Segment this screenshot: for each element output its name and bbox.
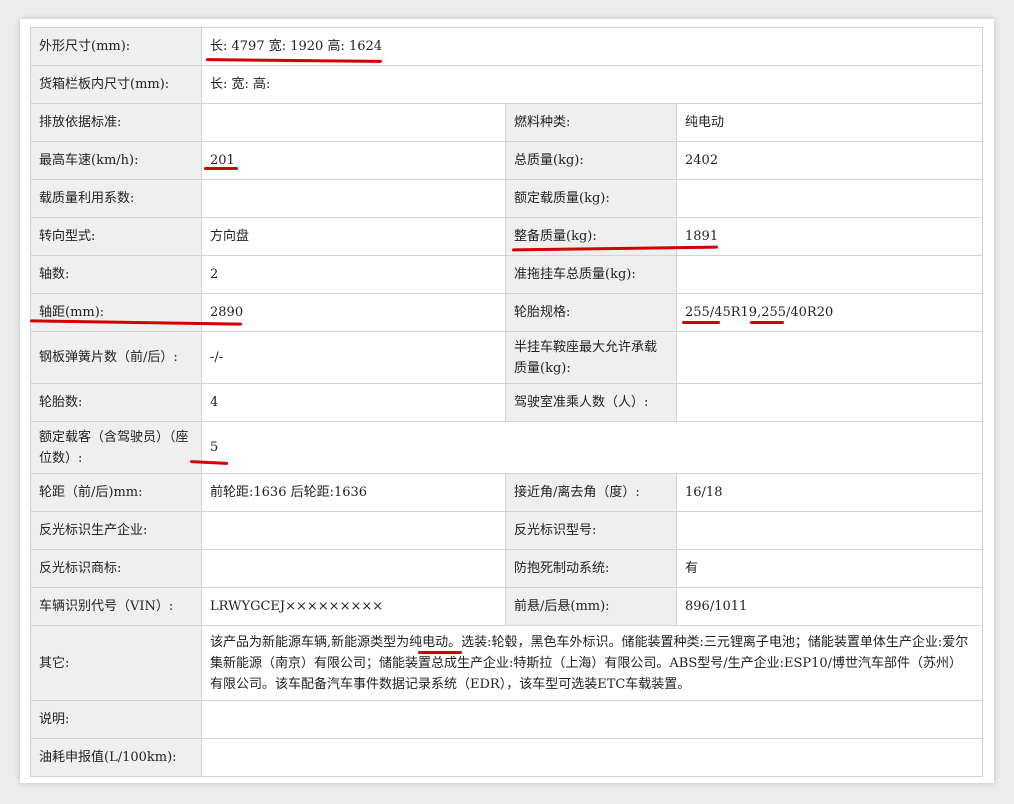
- tire-spec-label: 轮胎规格:: [505, 293, 677, 332]
- approach-departure-label: 接近角/离去角（度）:: [505, 473, 677, 512]
- emission-standard-label: 排放依据标准:: [30, 103, 202, 142]
- axle-count-value: 2: [201, 255, 506, 294]
- fuel-consumption-label: 油耗申报值(L/100km):: [30, 738, 202, 777]
- table-row: 反光标识商标: 防抱死制动系统: 有: [30, 549, 984, 588]
- cargo-box-value: 长: 宽: 高:: [200, 65, 984, 104]
- saddle-load-label: 半挂车鞍座最大允许承载质量(kg):: [505, 331, 677, 384]
- abs-label: 防抱死制动系统:: [505, 549, 677, 588]
- max-speed-label: 最高车速(km/h):: [30, 141, 202, 180]
- table-row: 说明:: [30, 700, 984, 739]
- table-row: 载质量利用系数: 额定载质量(kg):: [30, 179, 984, 218]
- leaf-spring-value: -/-: [201, 331, 506, 384]
- fuel-consumption-value: [200, 738, 984, 777]
- rated-passengers-label: 额定载客（含驾驶员）（座位数）:: [30, 421, 202, 474]
- abs-value: 有: [675, 549, 984, 588]
- vin-label: 车辆识别代号（VIN）:: [30, 587, 202, 626]
- reflector-maker-value: [201, 511, 506, 550]
- notes-value: [200, 700, 984, 739]
- steering-type-label: 转向型式:: [30, 217, 202, 256]
- table-row: 货箱栏板内尺寸(mm): 长: 宽: 高:: [30, 65, 984, 104]
- table-row: 轴距(mm): 2890 轮胎规格: 255/45R19,255/40R20: [30, 293, 984, 332]
- wheelbase-value: 2890: [201, 293, 506, 332]
- rated-load-value: [675, 179, 984, 218]
- cab-occupancy-value: [675, 383, 984, 422]
- notes-label: 说明:: [30, 700, 202, 739]
- overhang-value: 896/1011: [675, 587, 984, 626]
- table-row: 轮胎数: 4 驾驶室准乘人数（人）:: [30, 383, 984, 422]
- load-utilization-label: 载质量利用系数:: [30, 179, 202, 218]
- reflector-model-value: [675, 511, 984, 550]
- reflector-brand-value: [201, 549, 506, 588]
- trailer-mass-value: [675, 255, 984, 294]
- table-row: 转向型式: 方向盘 整备质量(kg): 1891: [30, 217, 984, 256]
- rated-load-label: 额定载质量(kg):: [505, 179, 677, 218]
- curb-weight-value: 1891: [675, 217, 984, 256]
- leaf-spring-label: 钢板弹簧片数（前/后）:: [30, 331, 202, 384]
- table-row: 外形尺寸(mm): 长: 4797 宽: 1920 高: 1624: [30, 27, 984, 66]
- table-row: 其它: 该产品为新能源车辆,新能源类型为纯电动。选装:轮毂，黑色车外标识。储能装…: [30, 625, 984, 701]
- table-row: 额定载客（含驾驶员）（座位数）: 5: [30, 421, 984, 474]
- axle-count-label: 轴数:: [30, 255, 202, 294]
- fuel-type-label: 燃料种类:: [505, 103, 677, 142]
- load-utilization-value: [201, 179, 506, 218]
- approach-departure-value: 16/18: [675, 473, 984, 512]
- fuel-type-value: 纯电动: [675, 103, 984, 142]
- total-mass-label: 总质量(kg):: [505, 141, 677, 180]
- tire-spec-value: 255/45R19,255/40R20: [675, 293, 984, 332]
- track-width-label: 轮距（前/后)mm:: [30, 473, 202, 512]
- other-label: 其它:: [30, 625, 202, 701]
- table-row: 轴数: 2 准拖挂车总质量(kg):: [30, 255, 984, 294]
- table-row: 最高车速(km/h): 201 总质量(kg): 2402: [30, 141, 984, 180]
- total-mass-value: 2402: [675, 141, 984, 180]
- table-row: 钢板弹簧片数（前/后）: -/- 半挂车鞍座最大允许承载质量(kg):: [30, 331, 984, 384]
- tire-count-value: 4: [201, 383, 506, 422]
- other-value: 该产品为新能源车辆,新能源类型为纯电动。选装:轮毂，黑色车外标识。储能装置种类:…: [200, 625, 984, 701]
- vin-value: LRWYGCEJ×××××××××: [201, 587, 506, 626]
- dimensions-label: 外形尺寸(mm):: [30, 27, 202, 66]
- cab-occupancy-label: 驾驶室准乘人数（人）:: [505, 383, 677, 422]
- cargo-box-label: 货箱栏板内尺寸(mm):: [30, 65, 202, 104]
- annotation-underline: [418, 651, 462, 654]
- annotation-underline: [682, 321, 720, 324]
- table-row: 反光标识生产企业: 反光标识型号:: [30, 511, 984, 550]
- overhang-label: 前悬/后悬(mm):: [505, 587, 677, 626]
- reflector-model-label: 反光标识型号:: [505, 511, 677, 550]
- table-row: 车辆识别代号（VIN）: LRWYGCEJ××××××××× 前悬/后悬(mm)…: [30, 587, 984, 626]
- reflector-maker-label: 反光标识生产企业:: [30, 511, 202, 550]
- wheelbase-label: 轴距(mm):: [30, 293, 202, 332]
- annotation-underline: [750, 321, 784, 324]
- table-row: 油耗申报值(L/100km):: [30, 738, 984, 777]
- vehicle-spec-table: 外形尺寸(mm): 长: 4797 宽: 1920 高: 1624 货箱栏板内尺…: [30, 27, 984, 777]
- table-row: 轮距（前/后)mm: 前轮距:1636 后轮距:1636 接近角/离去角（度）:…: [30, 473, 984, 512]
- trailer-mass-label: 准拖挂车总质量(kg):: [505, 255, 677, 294]
- emission-standard-value: [201, 103, 506, 142]
- steering-type-value: 方向盘: [201, 217, 506, 256]
- tire-count-label: 轮胎数:: [30, 383, 202, 422]
- track-width-value: 前轮距:1636 后轮距:1636: [201, 473, 506, 512]
- rated-passengers-value: 5: [200, 421, 984, 474]
- max-speed-value: 201: [201, 141, 506, 180]
- annotation-underline: [204, 167, 238, 170]
- reflector-brand-label: 反光标识商标:: [30, 549, 202, 588]
- saddle-load-value: [675, 331, 984, 384]
- table-row: 排放依据标准: 燃料种类: 纯电动: [30, 103, 984, 142]
- spec-card: 外形尺寸(mm): 长: 4797 宽: 1920 高: 1624 货箱栏板内尺…: [20, 19, 994, 783]
